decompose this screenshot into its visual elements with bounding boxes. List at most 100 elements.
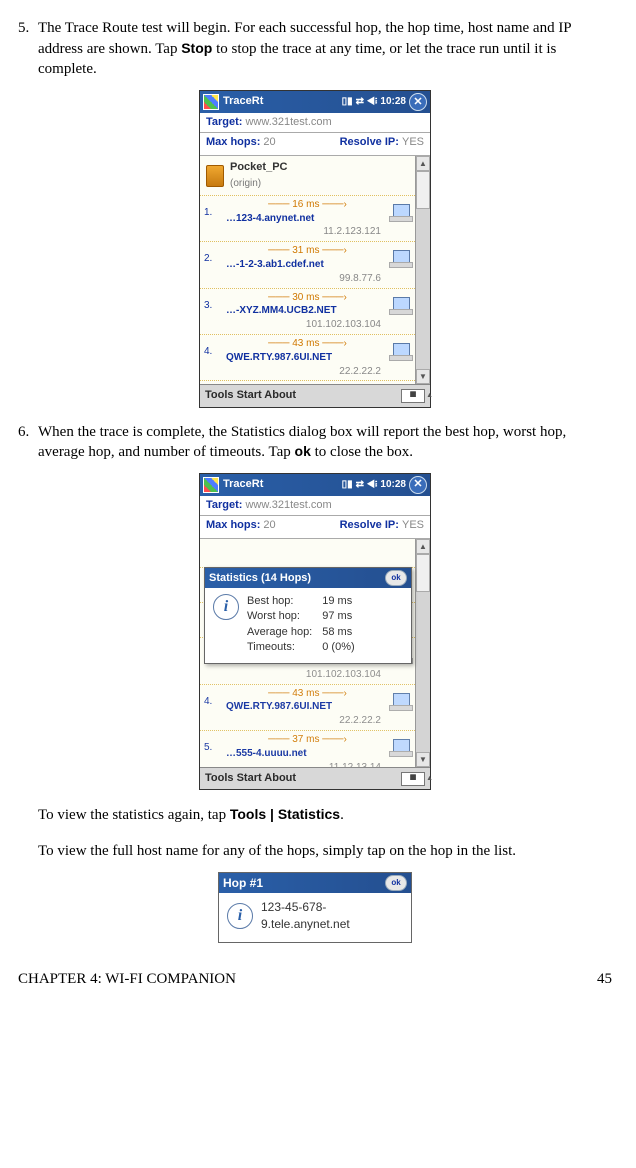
target-label: Target: bbox=[206, 498, 242, 513]
hop-row-5[interactable]: 5. ─── 37 ms ───› …555-4.uuuu.net 11.12.… bbox=[200, 731, 415, 767]
hop-ip: 101.102.103.104 bbox=[204, 318, 381, 332]
stats-again-c: . bbox=[340, 807, 344, 823]
hop-ms: ─── 43 ms ───› bbox=[204, 337, 411, 351]
close-button[interactable]: ✕ bbox=[409, 93, 427, 111]
hop-host: …-XYZ.MM4.UCB2.NET bbox=[226, 304, 411, 318]
hop-ms: ─── 43 ms ───› bbox=[204, 687, 411, 701]
statistics-titlebar: Statistics (14 Hops) ok bbox=[205, 568, 411, 588]
start-flag-icon[interactable] bbox=[203, 94, 219, 110]
ok-button[interactable]: ok bbox=[385, 570, 407, 586]
app-title: TraceRt bbox=[223, 477, 342, 492]
hop-ms-val: 37 ms bbox=[292, 734, 319, 745]
screenshot-hop-dialog: Hop #1 ok i 123-45-678-9.tele.anynet.net bbox=[18, 872, 612, 944]
hop-num: 4. bbox=[204, 695, 212, 709]
scroll-down-button[interactable]: ▼ bbox=[416, 369, 430, 384]
signal-icon: ▯▮ bbox=[342, 95, 353, 109]
statistics-body: i Best hop:19 ms Worst hop:97 ms Average… bbox=[205, 588, 411, 663]
target-row: Target: www.321test.com bbox=[200, 113, 430, 133]
maxhops-value: 20 bbox=[263, 136, 275, 148]
close-button[interactable]: ✕ bbox=[409, 476, 427, 494]
hop-list-body: 1. 2. 3. ─── 30 ms ───› …-XYZ.MM4.UCB2.N… bbox=[200, 539, 430, 767]
origin-name: Pocket_PC bbox=[230, 161, 287, 173]
keyboard-icon[interactable]: ▦ bbox=[401, 772, 425, 786]
step-5-stop-label: Stop bbox=[181, 40, 212, 56]
step-5-text: The Trace Route test will begin. For eac… bbox=[38, 18, 612, 80]
hop-row-1[interactable]: 1. ─── 16 ms ───› …123-4.anynet.net 11.2… bbox=[200, 196, 415, 242]
hop-ms-val: 31 ms bbox=[292, 245, 319, 256]
hop-row-4[interactable]: 4. ─── 43 ms ───› QWE.RTY.987.6UI.NET 22… bbox=[200, 335, 415, 381]
screenshot-tracert-stats: TraceRt ▯▮ ⇄ ◀፧ 10:28 ✕ Target: www.321t… bbox=[18, 473, 612, 791]
computer-icon bbox=[389, 204, 413, 222]
hop-num: 2. bbox=[204, 252, 212, 266]
stats-again-menu: Tools | Statistics bbox=[230, 806, 340, 822]
speaker-icon: ◀፧ bbox=[367, 95, 377, 109]
footer-chapter: CHAPTER 4: WI-FI COMPANION bbox=[18, 969, 236, 990]
computer-icon bbox=[389, 297, 413, 315]
menu-items[interactable]: Tools Start About bbox=[205, 388, 296, 403]
stat-val: 0 (0%) bbox=[322, 640, 354, 655]
scroll-thumb[interactable] bbox=[416, 554, 430, 592]
clock-time: 10:28 bbox=[380, 478, 406, 492]
computer-icon bbox=[389, 739, 413, 757]
hop-list[interactable]: Pocket_PC (origin) 1. ─── 16 ms ───› …12… bbox=[200, 156, 415, 384]
connectivity-icon: ⇄ bbox=[356, 478, 364, 492]
pocketpc-window: TraceRt ▯▮ ⇄ ◀፧ 10:28 ✕ Target: www.321t… bbox=[199, 90, 431, 408]
stat-key: Worst hop: bbox=[247, 609, 312, 624]
scroll-up-button[interactable]: ▲ bbox=[416, 156, 430, 171]
maxhops-row: Max hops:20 Resolve IP: YES bbox=[200, 133, 430, 156]
stat-val: 19 ms bbox=[322, 594, 354, 609]
maxhops-group: Max hops:20 bbox=[206, 135, 276, 150]
hop-num: 4. bbox=[204, 345, 212, 359]
ok-button[interactable]: ok bbox=[385, 875, 407, 891]
scroll-track[interactable] bbox=[416, 554, 430, 752]
origin-row[interactable]: Pocket_PC (origin) bbox=[200, 156, 415, 195]
app-title: TraceRt bbox=[223, 94, 342, 109]
target-value: www.321test.com bbox=[245, 498, 331, 513]
hop-num: 1. bbox=[204, 206, 212, 220]
scrollbar[interactable]: ▲ ▼ bbox=[415, 539, 430, 767]
menubar: Tools Start About ▦ bbox=[200, 767, 430, 789]
status-icons: ▯▮ ⇄ ◀፧ 10:28 bbox=[342, 95, 406, 109]
scroll-thumb[interactable] bbox=[416, 171, 430, 209]
resolve-label: Resolve IP: bbox=[340, 519, 399, 531]
step-6-number: 6. bbox=[18, 422, 38, 463]
hop-ms: ─── 30 ms ───› bbox=[204, 291, 411, 305]
hop-dialog-titlebar: Hop #1 ok bbox=[219, 873, 411, 894]
hop-ms-val: 43 ms bbox=[292, 688, 319, 699]
resolve-label: Resolve IP: bbox=[340, 136, 399, 148]
hop-host: QWE.RTY.987.6UI.NET bbox=[226, 351, 411, 365]
hop-host: …-1-2-3.ab1.cdef.net bbox=[226, 258, 411, 272]
titlebar: TraceRt ▯▮ ⇄ ◀፧ 10:28 ✕ bbox=[200, 91, 430, 113]
stats-again-a: To view the statistics again, tap bbox=[38, 807, 230, 823]
computer-icon bbox=[389, 250, 413, 268]
hop-ms-val: 43 ms bbox=[292, 338, 319, 349]
hop-num: 5. bbox=[204, 741, 212, 755]
keyboard-icon[interactable]: ▦ bbox=[401, 389, 425, 403]
step-6-text-b: to close the box. bbox=[311, 444, 413, 460]
hop-dialog-title: Hop #1 bbox=[223, 875, 263, 892]
maxhops-label: Max hops: bbox=[206, 136, 260, 148]
hop-ms: ─── 16 ms ───› bbox=[204, 198, 411, 212]
step-6: 6. When the trace is complete, the Stati… bbox=[18, 422, 612, 463]
step-6-ok-label: ok bbox=[295, 443, 311, 459]
target-label: Target: bbox=[206, 115, 242, 130]
scroll-up-button[interactable]: ▲ bbox=[416, 539, 430, 554]
scroll-down-button[interactable]: ▼ bbox=[416, 752, 430, 767]
maxhops-row: Max hops:20 Resolve IP: YES bbox=[200, 516, 430, 539]
hop-dialog: Hop #1 ok i 123-45-678-9.tele.anynet.net bbox=[218, 872, 412, 944]
hop-row-3[interactable]: 3. ─── 30 ms ───› …-XYZ.MM4.UCB2.NET 101… bbox=[200, 289, 415, 335]
hop-host: …555-4.uuuu.net bbox=[226, 747, 411, 761]
titlebar: TraceRt ▯▮ ⇄ ◀፧ 10:28 ✕ bbox=[200, 474, 430, 496]
maxhops-value: 20 bbox=[263, 519, 275, 531]
scroll-track[interactable] bbox=[416, 171, 430, 369]
start-flag-icon[interactable] bbox=[203, 477, 219, 493]
target-row: Target: www.321test.com bbox=[200, 496, 430, 516]
hop-row-2[interactable]: 2. ─── 31 ms ───› …-1-2-3.ab1.cdef.net 9… bbox=[200, 242, 415, 288]
hop-row-5[interactable]: 5. ─── 37 ms ───› …555-4.uuuu.net 11.12.… bbox=[200, 381, 415, 384]
menu-items[interactable]: Tools Start About bbox=[205, 771, 296, 786]
fullhost-note: To view the full host name for any of th… bbox=[38, 841, 612, 862]
statistics-title-text: Statistics (14 Hops) bbox=[209, 571, 311, 586]
scrollbar[interactable]: ▲ ▼ bbox=[415, 156, 430, 384]
hop-row-4[interactable]: 4. ─── 43 ms ───› QWE.RTY.987.6UI.NET 22… bbox=[200, 685, 415, 731]
info-icon: i bbox=[227, 903, 253, 929]
